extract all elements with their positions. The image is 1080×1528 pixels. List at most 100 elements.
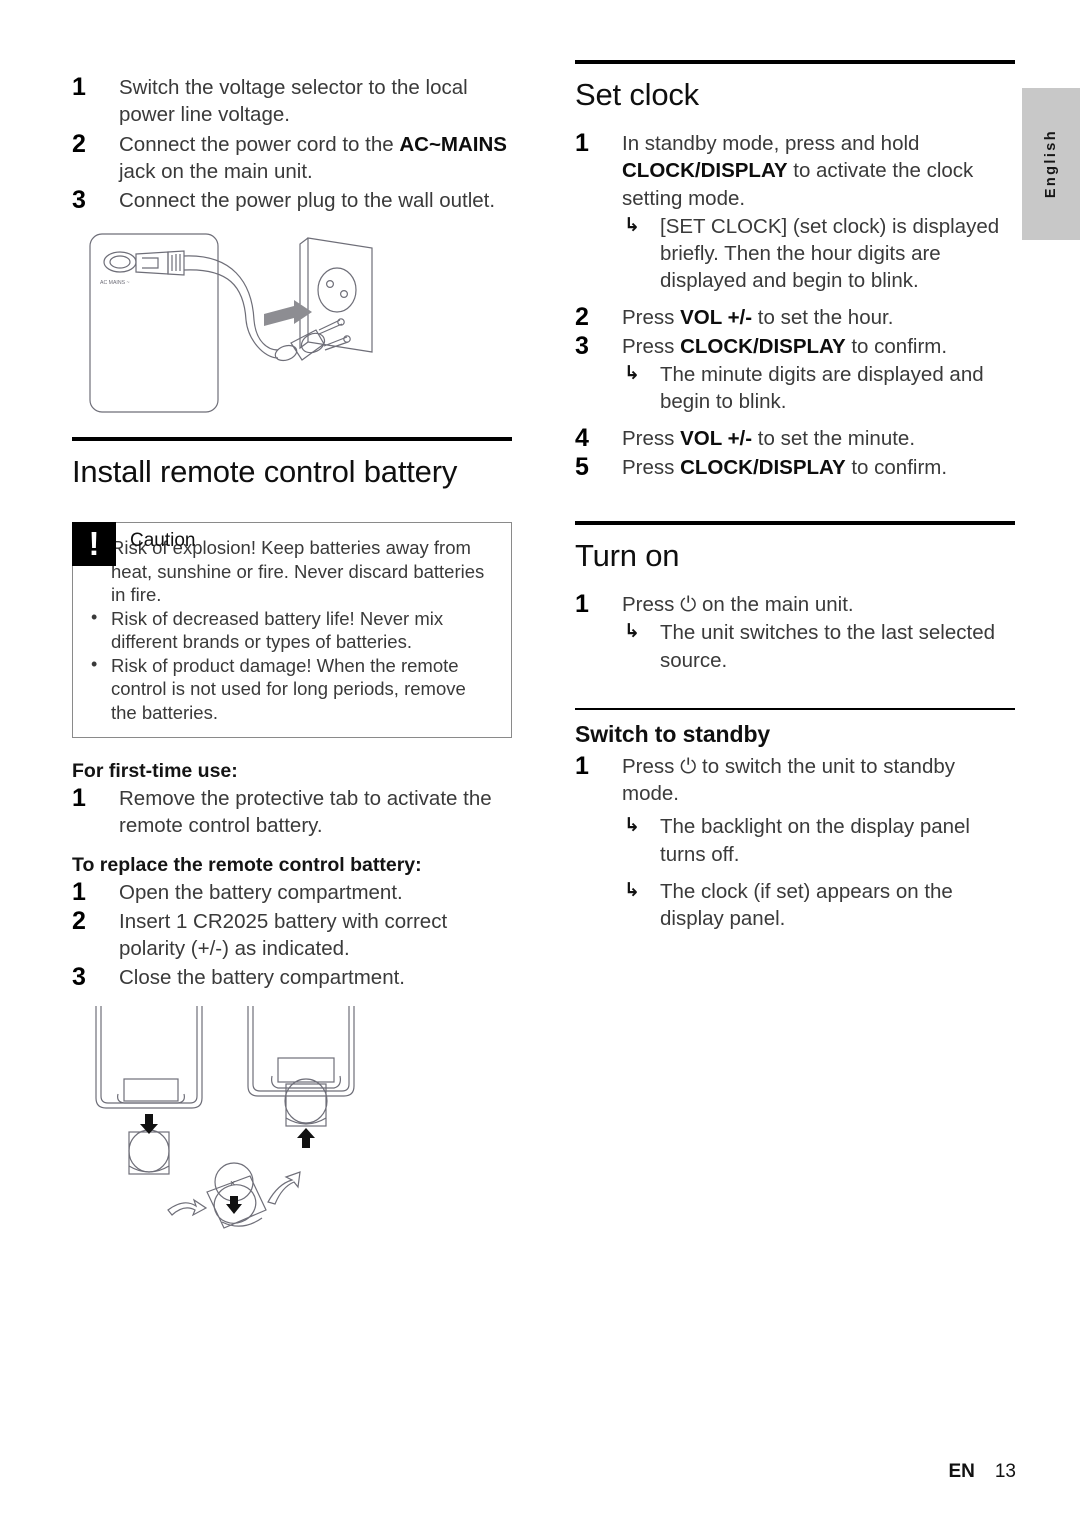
ac-mains-label: AC~MAINS: [399, 132, 507, 156]
step-text-tail: to set the minute.: [752, 426, 916, 450]
step-text: Press: [622, 426, 681, 450]
step-text: Press: [622, 754, 681, 778]
step-item: 2 Insert 1 CR2025 battery with correct p…: [72, 906, 512, 963]
battery-install-illustration: ×: [95, 1005, 355, 1229]
step-text: Insert 1 CR2025 battery with correct pol…: [119, 909, 448, 961]
step-number: 1: [575, 590, 589, 619]
ac-mains-figure-caption: AC MAINS ~: [100, 280, 130, 286]
step-number: 2: [72, 129, 86, 158]
step-text: Press: [622, 305, 681, 329]
page-title-turn-on: Turn on: [575, 538, 680, 574]
subsection-divider: [575, 707, 1015, 710]
button-name-clock-display: CLOCK/DISPLAY: [680, 455, 846, 479]
bullet-icon: •: [91, 653, 98, 674]
step-number: 3: [575, 331, 589, 360]
subsection-title-switch-to-standby: Switch to standby: [575, 720, 771, 747]
switch-to-standby-steps: 1 Press ⏻ to switch the unit to standby …: [575, 751, 1015, 933]
result-arrow-icon: ↳: [624, 879, 640, 901]
button-name-vol: VOL +/-: [680, 426, 753, 450]
section-divider: [575, 521, 1015, 526]
result-item: ↳ The minute digits are displayed and be…: [622, 361, 1015, 416]
step-number: 1: [72, 73, 86, 101]
step-text: Close the battery compartment.: [119, 966, 405, 990]
power-connection-illustration: AC MAINS ~: [89, 233, 373, 413]
step-item: 3 Connect the power plug to the wall out…: [72, 186, 512, 214]
step-results: ↳ [SET CLOCK] (set clock) is displayed b…: [622, 213, 1015, 295]
button-name-vol: VOL +/-: [680, 305, 753, 329]
step-item: 3 Press CLOCK/DISPLAY to confirm. ↳ The …: [575, 331, 1015, 416]
footer-page-number: 13: [994, 1461, 1016, 1482]
step-item: 3 Close the battery compartment.: [72, 963, 512, 992]
step-number: 1: [72, 784, 86, 813]
step-number: 1: [72, 877, 86, 906]
step-item: 1 Remove the protective tab to activate …: [72, 784, 512, 840]
left-column: 1 Switch the voltage selector to the loc…: [72, 73, 512, 1261]
step-text: Press: [622, 455, 681, 479]
turn-on-steps: 1 Press ⏻ on the main unit. ↳ The unit s…: [575, 590, 1015, 674]
step-text-tail: to confirm.: [845, 334, 948, 358]
result-item: ↳ The backlight on the display panel tur…: [622, 813, 1015, 868]
step-text-tail: jack on the main unit.: [119, 159, 313, 183]
section-divider: [72, 437, 512, 442]
result-arrow-icon: ↳: [624, 815, 640, 837]
step-text-tail: to set the hour.: [752, 305, 894, 329]
step-item: 1 In standby mode, press and hold CLOCK/…: [575, 129, 1015, 295]
button-name-clock-display: CLOCK/DISPLAY: [622, 159, 788, 183]
polarity-x-mark: ×: [230, 1178, 235, 1188]
step-number: 2: [72, 906, 86, 935]
battery-section: Install remote control battery ! Caution…: [72, 437, 512, 1260]
step-number: 4: [575, 423, 589, 452]
page-title-install-battery: Install remote control battery: [72, 454, 458, 490]
remove-up-arrow-icon: [297, 1127, 315, 1148]
caution-body: • Risk of explosion! Keep batteries away…: [72, 522, 512, 739]
result-text: The unit switches to the last selected s…: [660, 621, 996, 672]
step-item: 1 Switch the voltage selector to the loc…: [72, 73, 512, 129]
caution-icon: !: [72, 522, 116, 567]
replace-battery-heading: To replace the remote control battery:: [72, 853, 422, 876]
power-symbol-icon: ⏻: [680, 754, 697, 778]
page-title-set-clock: Set clock: [575, 77, 699, 112]
exclamation-mark-glyph: !: [88, 524, 100, 562]
replace-battery-steps: 1 Open the battery compartment. 2 Insert…: [72, 877, 512, 992]
result-text: [SET CLOCK] (set clock) is displayed bri…: [660, 214, 1000, 293]
step-item: 1 Open the battery compartment.: [72, 877, 512, 906]
result-item: ↳ The unit switches to the last selected…: [622, 619, 1015, 674]
right-column: Set clock 1 In standby mode, press and h…: [575, 60, 1015, 934]
step-text: Open the battery compartment.: [119, 880, 403, 904]
step-results: ↳ The minute digits are displayed and be…: [622, 361, 1015, 416]
step-number: 3: [72, 186, 86, 214]
flip-down-arrow-icon: [226, 1195, 242, 1214]
step-item: 4 Press VOL +/- to set the minute.: [575, 423, 1015, 452]
step-results: ↳ The backlight on the display panel tur…: [622, 813, 1015, 932]
caution-text: Risk of decreased battery life! Never mi…: [111, 607, 444, 653]
switch-to-standby-section: Switch to standby 1 Press ⏻ to switch th…: [575, 707, 1015, 933]
page-footer: EN 13: [948, 1461, 1016, 1483]
result-text: The clock (if set) appears on the displa…: [660, 879, 953, 931]
step-number: 1: [575, 751, 589, 780]
result-arrow-icon: ↳: [624, 363, 640, 385]
step-number: 1: [575, 129, 589, 158]
step-text: Remove the protective tab to activate th…: [119, 787, 492, 838]
step-item: 2 Press VOL +/- to set the hour.: [575, 303, 1015, 331]
step-item: 5 Press CLOCK/DISPLAY to confirm.: [575, 453, 1015, 481]
step-number: 3: [72, 963, 86, 992]
list-item: • Risk of product damage! When the remot…: [87, 654, 495, 724]
footer-locale: EN: [948, 1461, 975, 1482]
step-text: Connect the power cord to the: [119, 132, 400, 156]
button-name-clock-display: CLOCK/DISPLAY: [680, 334, 846, 358]
battery-install-figure: ×: [72, 1005, 512, 1261]
power-symbol-icon: ⏻: [680, 593, 697, 617]
step-item: 1 Press ⏻ on the main unit. ↳ The unit s…: [575, 590, 1015, 674]
first-time-use-steps: 1 Remove the protective tab to activate …: [72, 784, 512, 840]
language-tab: English: [1022, 88, 1080, 240]
step-text: Press: [622, 593, 681, 617]
first-time-use-heading: For first-time use:: [72, 760, 238, 783]
step-item: 1 Press ⏻ to switch the unit to standby …: [575, 751, 1015, 933]
language-tab-label: English: [1043, 129, 1059, 199]
list-item: • Risk of decreased battery life! Never …: [87, 607, 495, 654]
caution-text: Risk of product damage! When the remote …: [111, 654, 466, 723]
result-arrow-icon: ↳: [624, 621, 640, 643]
result-item: ↳ The clock (if set) appears on the disp…: [622, 878, 1015, 933]
set-clock-steps: 1 In standby mode, press and hold CLOCK/…: [575, 129, 1015, 481]
caution-box: ! Caution • Risk of explosion! Keep batt…: [72, 522, 512, 739]
